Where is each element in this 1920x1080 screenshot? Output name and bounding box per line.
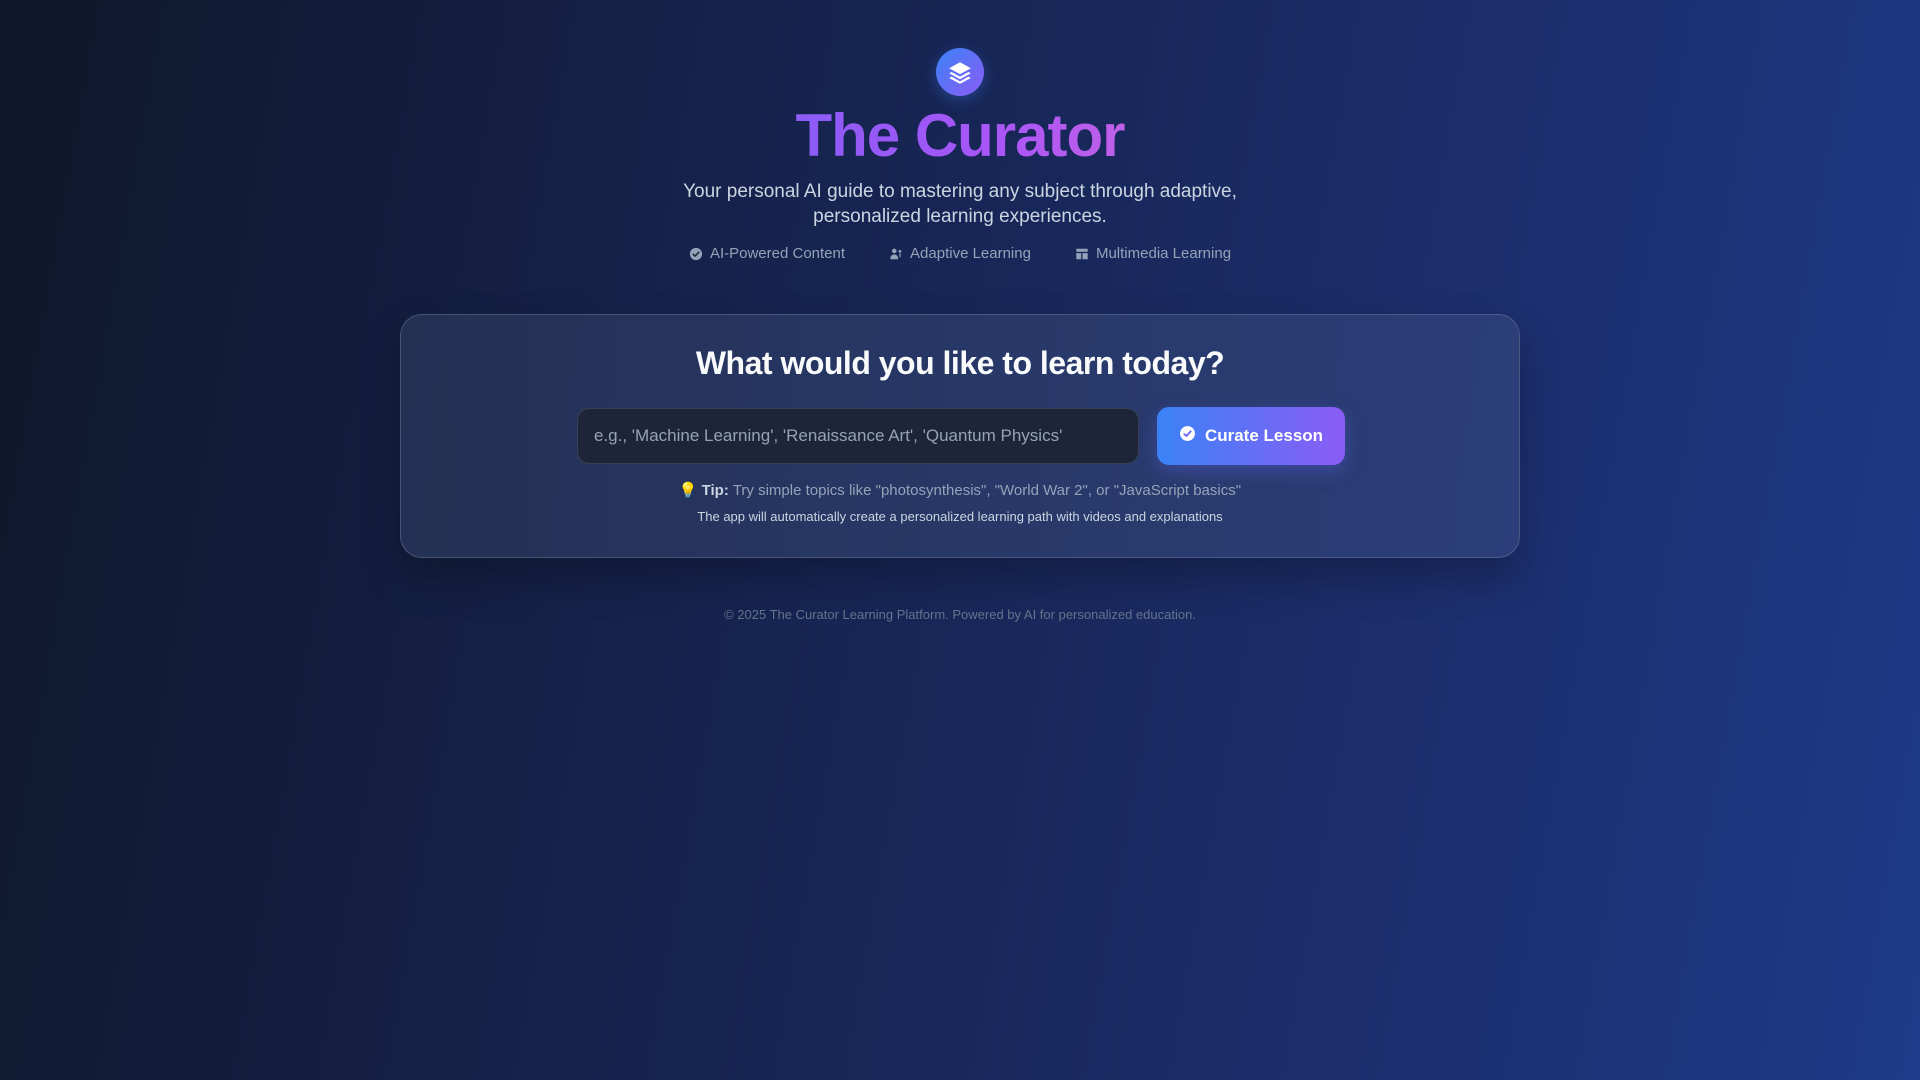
feature-adaptive-learning: Adaptive Learning	[889, 245, 1031, 262]
tip-text: Try simple topics like "photosynthesis",…	[732, 481, 1242, 499]
page: The Curator Your personal AI guide to ma…	[0, 0, 1920, 1080]
app-title: The Curator	[795, 102, 1125, 169]
user-adjust-icon	[889, 247, 903, 261]
lesson-request-card: What would you like to learn today? Cura…	[400, 314, 1520, 558]
feature-ai-powered-content: AI-Powered Content	[689, 245, 845, 262]
layout-icon	[1075, 247, 1089, 261]
tip-line: 💡 Tip: Try simple topics like "photosynt…	[401, 481, 1519, 500]
feature-list: AI-Powered Content Adaptive Learning Mul…	[0, 245, 1920, 262]
tip-note: The app will automatically create a pers…	[697, 509, 1223, 524]
layers-icon	[936, 48, 984, 96]
feature-label: Adaptive Learning	[910, 245, 1031, 262]
feature-multimedia-learning: Multimedia Learning	[1075, 245, 1231, 262]
lightbulb-icon: 💡	[678, 482, 698, 499]
sparkle-check-icon	[1179, 425, 1196, 447]
curate-lesson-button[interactable]: Curate Lesson	[1157, 407, 1345, 465]
app-subtitle: Your personal AI guide to mastering any …	[683, 181, 1237, 227]
card-heading: What would you like to learn today?	[695, 345, 1225, 381]
check-badge-icon	[689, 247, 703, 261]
feature-label: AI-Powered Content	[709, 245, 846, 262]
feature-label: Multimedia Learning	[1095, 245, 1232, 262]
tip-label: Tip:	[701, 481, 729, 499]
footer-copyright: © 2025 The Curator Learning Platform. Po…	[724, 607, 1196, 622]
curate-lesson-label: Curate Lesson	[1204, 426, 1324, 445]
topic-search-input[interactable]	[577, 408, 1139, 464]
